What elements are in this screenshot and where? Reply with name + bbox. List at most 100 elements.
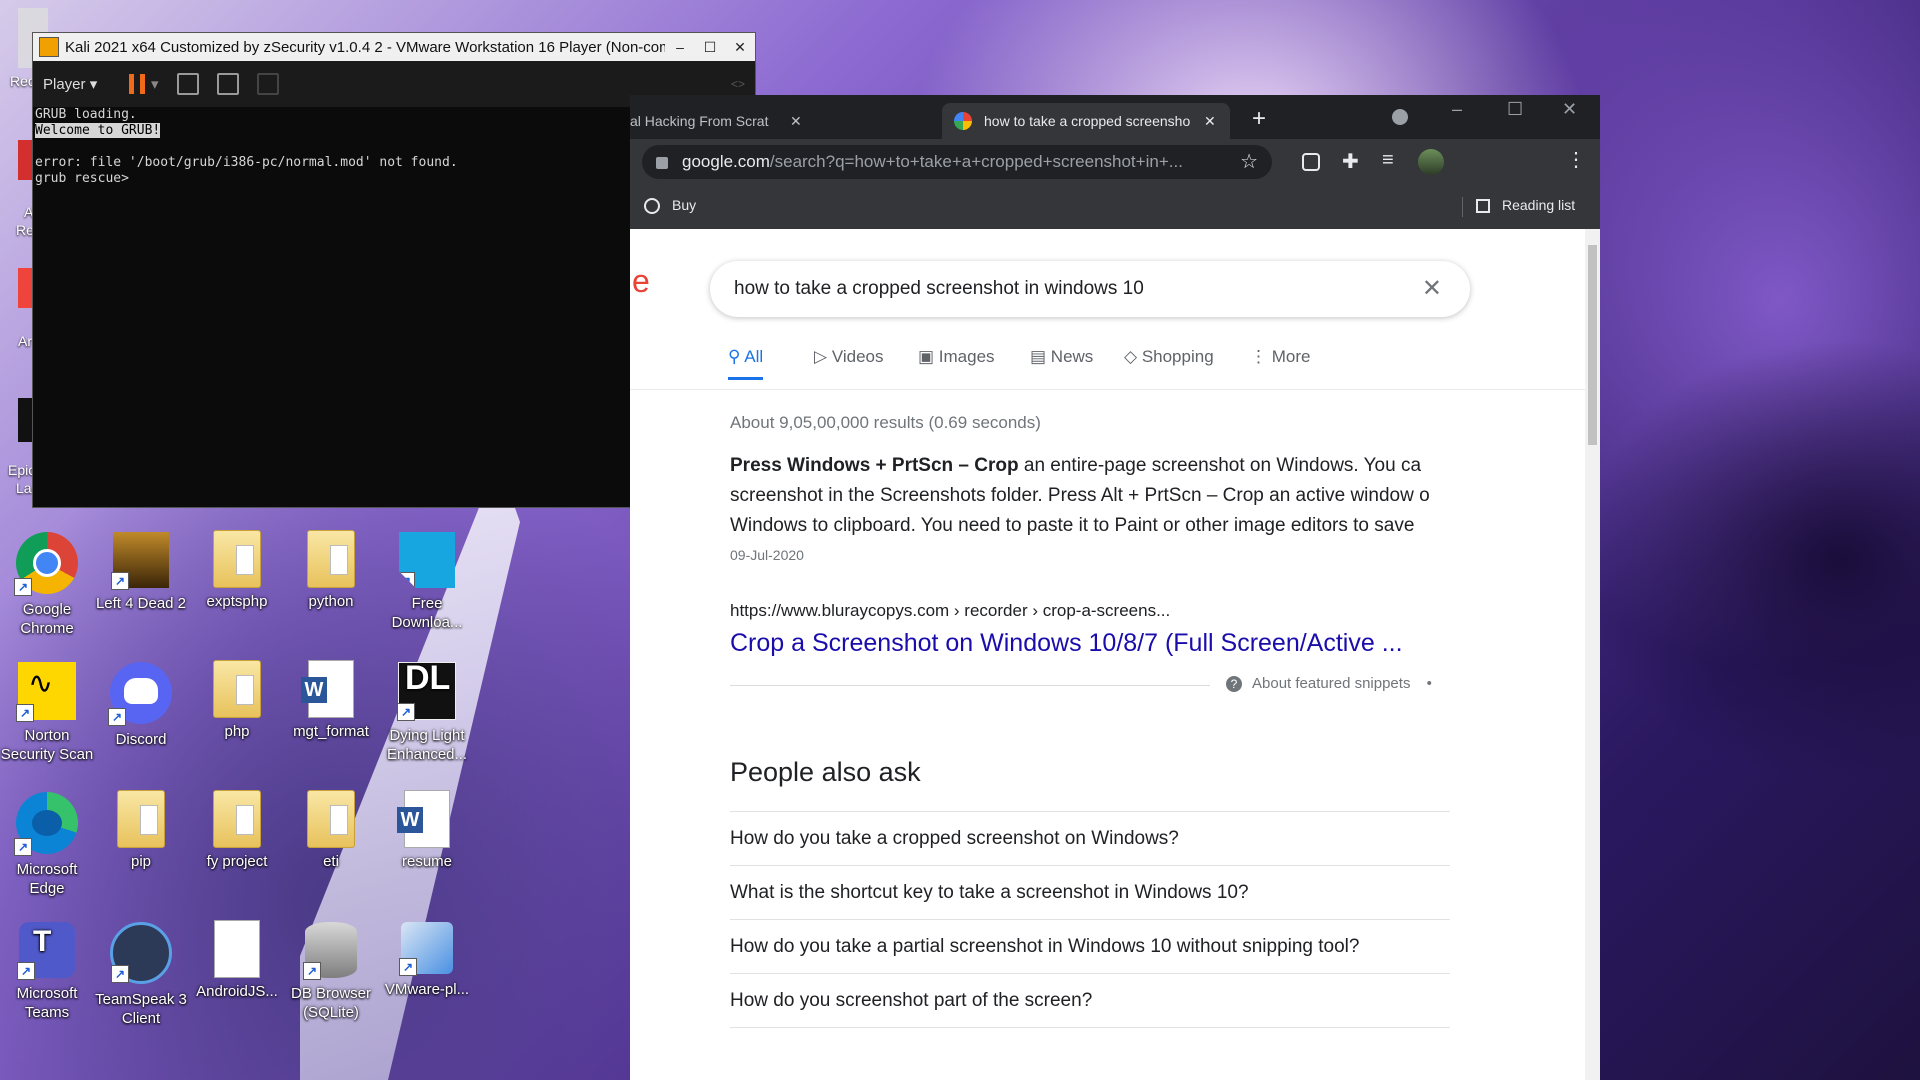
- google-results-page: e how to take a cropped screenshot in wi…: [630, 229, 1585, 1080]
- desktop-icon-python[interactable]: python: [284, 526, 378, 650]
- window-minimize-button[interactable]: –: [1452, 99, 1462, 120]
- tab-title: al Hacking From Scrat: [630, 113, 769, 129]
- tab-label: All: [744, 347, 764, 366]
- window-maximize-button[interactable]: ☐: [1507, 99, 1523, 120]
- vmware-logo-icon: [39, 37, 59, 57]
- desktop-icon-microsoft-teams[interactable]: T ↗ Microsoft Teams: [0, 916, 94, 1040]
- news-icon: ▤: [1030, 347, 1047, 366]
- unity-icon[interactable]: [256, 73, 279, 95]
- result-cite[interactable]: https://www.bluraycopys.com › recorder ›…: [730, 601, 1170, 621]
- desktop-icon-php[interactable]: php: [190, 656, 284, 780]
- desktop-icon-discord[interactable]: ↗ Discord: [94, 656, 188, 780]
- desktop-icon-label: Google Chrome: [20, 601, 74, 637]
- desktop-icon-label: mgt_format: [293, 723, 369, 740]
- tab-label: More: [1271, 347, 1311, 366]
- pause-icon[interactable]: [129, 74, 145, 94]
- desktop-icon-label: Free Downloa...: [391, 595, 463, 631]
- tab-close-icon[interactable]: ✕: [790, 113, 802, 130]
- featured-snippet-line: screenshot in the Screenshots folder. Pr…: [730, 485, 1430, 506]
- avatar[interactable]: [1418, 149, 1444, 175]
- desktop-icon-eti[interactable]: eti: [284, 786, 378, 910]
- clear-search-icon[interactable]: ✕: [1422, 261, 1442, 317]
- search-icon: ⚲: [728, 347, 741, 366]
- desktop-icon-google-chrome[interactable]: ↗ Google Chrome: [0, 526, 94, 650]
- desktop-icon-teamspeak-3[interactable]: ↗ TeamSpeak 3 Client: [94, 916, 188, 1040]
- result-stats: About 9,05,00,000 results (0.69 seconds): [730, 413, 1041, 432]
- more-vert-icon: ⋮: [1250, 347, 1267, 366]
- tab-news[interactable]: ▤ News: [1030, 347, 1093, 367]
- bookmark-buy[interactable]: Buy: [644, 197, 696, 215]
- desktop-icon-fy-project[interactable]: fy project: [190, 786, 284, 910]
- featured-snippet-line: Press Windows + PrtScn – Crop an entire-…: [730, 451, 1421, 481]
- about-featured-snippets[interactable]: ? About featured snippets •: [1226, 675, 1432, 692]
- fullscreen-icon[interactable]: [216, 73, 239, 95]
- player-menu-button[interactable]: Player ▾: [43, 75, 105, 93]
- tab-all[interactable]: ⚲ All: [728, 347, 764, 380]
- desktop-icon-free-download-manager[interactable]: ↗ Free Downloa...: [380, 526, 474, 650]
- desktop-icon-left-4-dead-2[interactable]: ↗ Left 4 Dead 2: [94, 526, 188, 650]
- tab-more[interactable]: ⋮ More: [1250, 347, 1310, 367]
- dying-light-icon: DL ↗: [397, 661, 456, 721]
- desktop-icon-microsoft-edge[interactable]: ↗ Microsoft Edge: [0, 786, 94, 910]
- snippet-divider: [730, 685, 1210, 686]
- vmware-titlebar[interactable]: Kali 2021 x64 Customized by zSecurity v1…: [33, 33, 755, 61]
- minimize-button[interactable]: –: [665, 39, 695, 55]
- reading-list-button[interactable]: Reading list: [1476, 197, 1575, 214]
- paa-question[interactable]: How do you screenshot part of the screen…: [730, 973, 1450, 1028]
- desktop-icon-db-browser[interactable]: ↗ DB Browser (SQLite): [284, 916, 378, 1040]
- tab-ethical-hacking[interactable]: al Hacking From Scrat ✕: [630, 103, 930, 139]
- page-scrollbar[interactable]: [1585, 229, 1600, 1080]
- close-button[interactable]: ✕: [725, 39, 755, 56]
- desktop-icon-norton-security-scan[interactable]: ∿ ↗ Norton Security Scan: [0, 656, 94, 780]
- kebab-menu-icon[interactable]: ⋮: [1566, 147, 1586, 172]
- chevron-down-icon[interactable]: ▾: [151, 75, 159, 93]
- paa-question[interactable]: How do you take a partial screenshot in …: [730, 919, 1450, 974]
- tab-shopping[interactable]: ◇ Shopping: [1124, 347, 1214, 367]
- desktop-icon-vmware-player-installer[interactable]: ↗ VMware-pl...: [380, 916, 474, 1040]
- collapse-arrows-icon[interactable]: <>: [731, 77, 745, 91]
- desktop-icon-pip[interactable]: pip: [94, 786, 188, 910]
- lock-icon: [656, 156, 668, 169]
- tab-videos[interactable]: ▷ Videos: [814, 347, 884, 367]
- reading-list-icon: [1476, 199, 1490, 214]
- paa-question[interactable]: What is the shortcut key to take a scree…: [730, 865, 1450, 920]
- search-input[interactable]: how to take a cropped screenshot in wind…: [734, 261, 1144, 317]
- free-download-manager-icon: ↗: [399, 532, 455, 588]
- extension-icon[interactable]: [1302, 153, 1320, 171]
- about-label: About featured snippets: [1252, 675, 1411, 692]
- google-logo[interactable]: e: [632, 263, 650, 300]
- url-host: google.com: [682, 152, 770, 171]
- tab-active-search[interactable]: how to take a cropped screensho ✕: [942, 103, 1230, 139]
- desktop-icon-label: eti: [323, 853, 339, 870]
- scrollbar-thumb[interactable]: [1588, 245, 1597, 445]
- desktop-icon-resume[interactable]: W resume: [380, 786, 474, 910]
- desktop-icon-androidjs[interactable]: AndroidJS...: [190, 916, 284, 1040]
- desktop-icon-dying-light[interactable]: DL ↗ Dying Light Enhanced...: [380, 656, 474, 780]
- word-document-icon: W: [301, 660, 354, 718]
- new-tab-button[interactable]: +: [1252, 105, 1266, 133]
- paa-bottom-divider: [730, 1027, 1450, 1028]
- star-icon[interactable]: ☆: [1240, 145, 1258, 179]
- window-close-button[interactable]: ✕: [1562, 99, 1577, 120]
- tab-label: Shopping: [1141, 347, 1214, 366]
- puzzle-icon[interactable]: ✚: [1342, 149, 1359, 174]
- search-box[interactable]: how to take a cropped screenshot in wind…: [710, 261, 1470, 317]
- tab-images[interactable]: ▣ Images: [918, 347, 995, 367]
- desktop-icon-mgt-format[interactable]: W mgt_format: [284, 656, 378, 780]
- shortcut-arrow-icon: ↗: [111, 965, 129, 983]
- help-icon: ?: [1226, 676, 1242, 692]
- tab-close-icon[interactable]: ✕: [1204, 113, 1216, 130]
- desktop-icon-exptsphp[interactable]: exptsphp: [190, 526, 284, 650]
- paa-question[interactable]: How do you take a cropped screenshot on …: [730, 811, 1450, 866]
- omnibox[interactable]: google.com/search?q=how+to+take+a+croppe…: [642, 145, 1272, 179]
- featured-snippet-line: Windows to clipboard. You need to paste …: [730, 515, 1415, 536]
- result-title-link[interactable]: Crop a Screenshot on Windows 10/8/7 (Ful…: [730, 629, 1403, 658]
- maximize-button[interactable]: ☐: [695, 39, 725, 56]
- tab-title: how to take a cropped screensho: [984, 113, 1191, 129]
- desktop-icon-label: AndroidJS...: [196, 983, 278, 1000]
- word-document-icon: W: [397, 790, 450, 848]
- media-queue-icon[interactable]: ≡: [1382, 149, 1394, 172]
- desktop-icon-label: Left 4 Dead 2: [95, 595, 187, 612]
- send-ctrl-alt-del-icon[interactable]: [176, 73, 199, 95]
- tab-search-icon[interactable]: [1392, 109, 1408, 125]
